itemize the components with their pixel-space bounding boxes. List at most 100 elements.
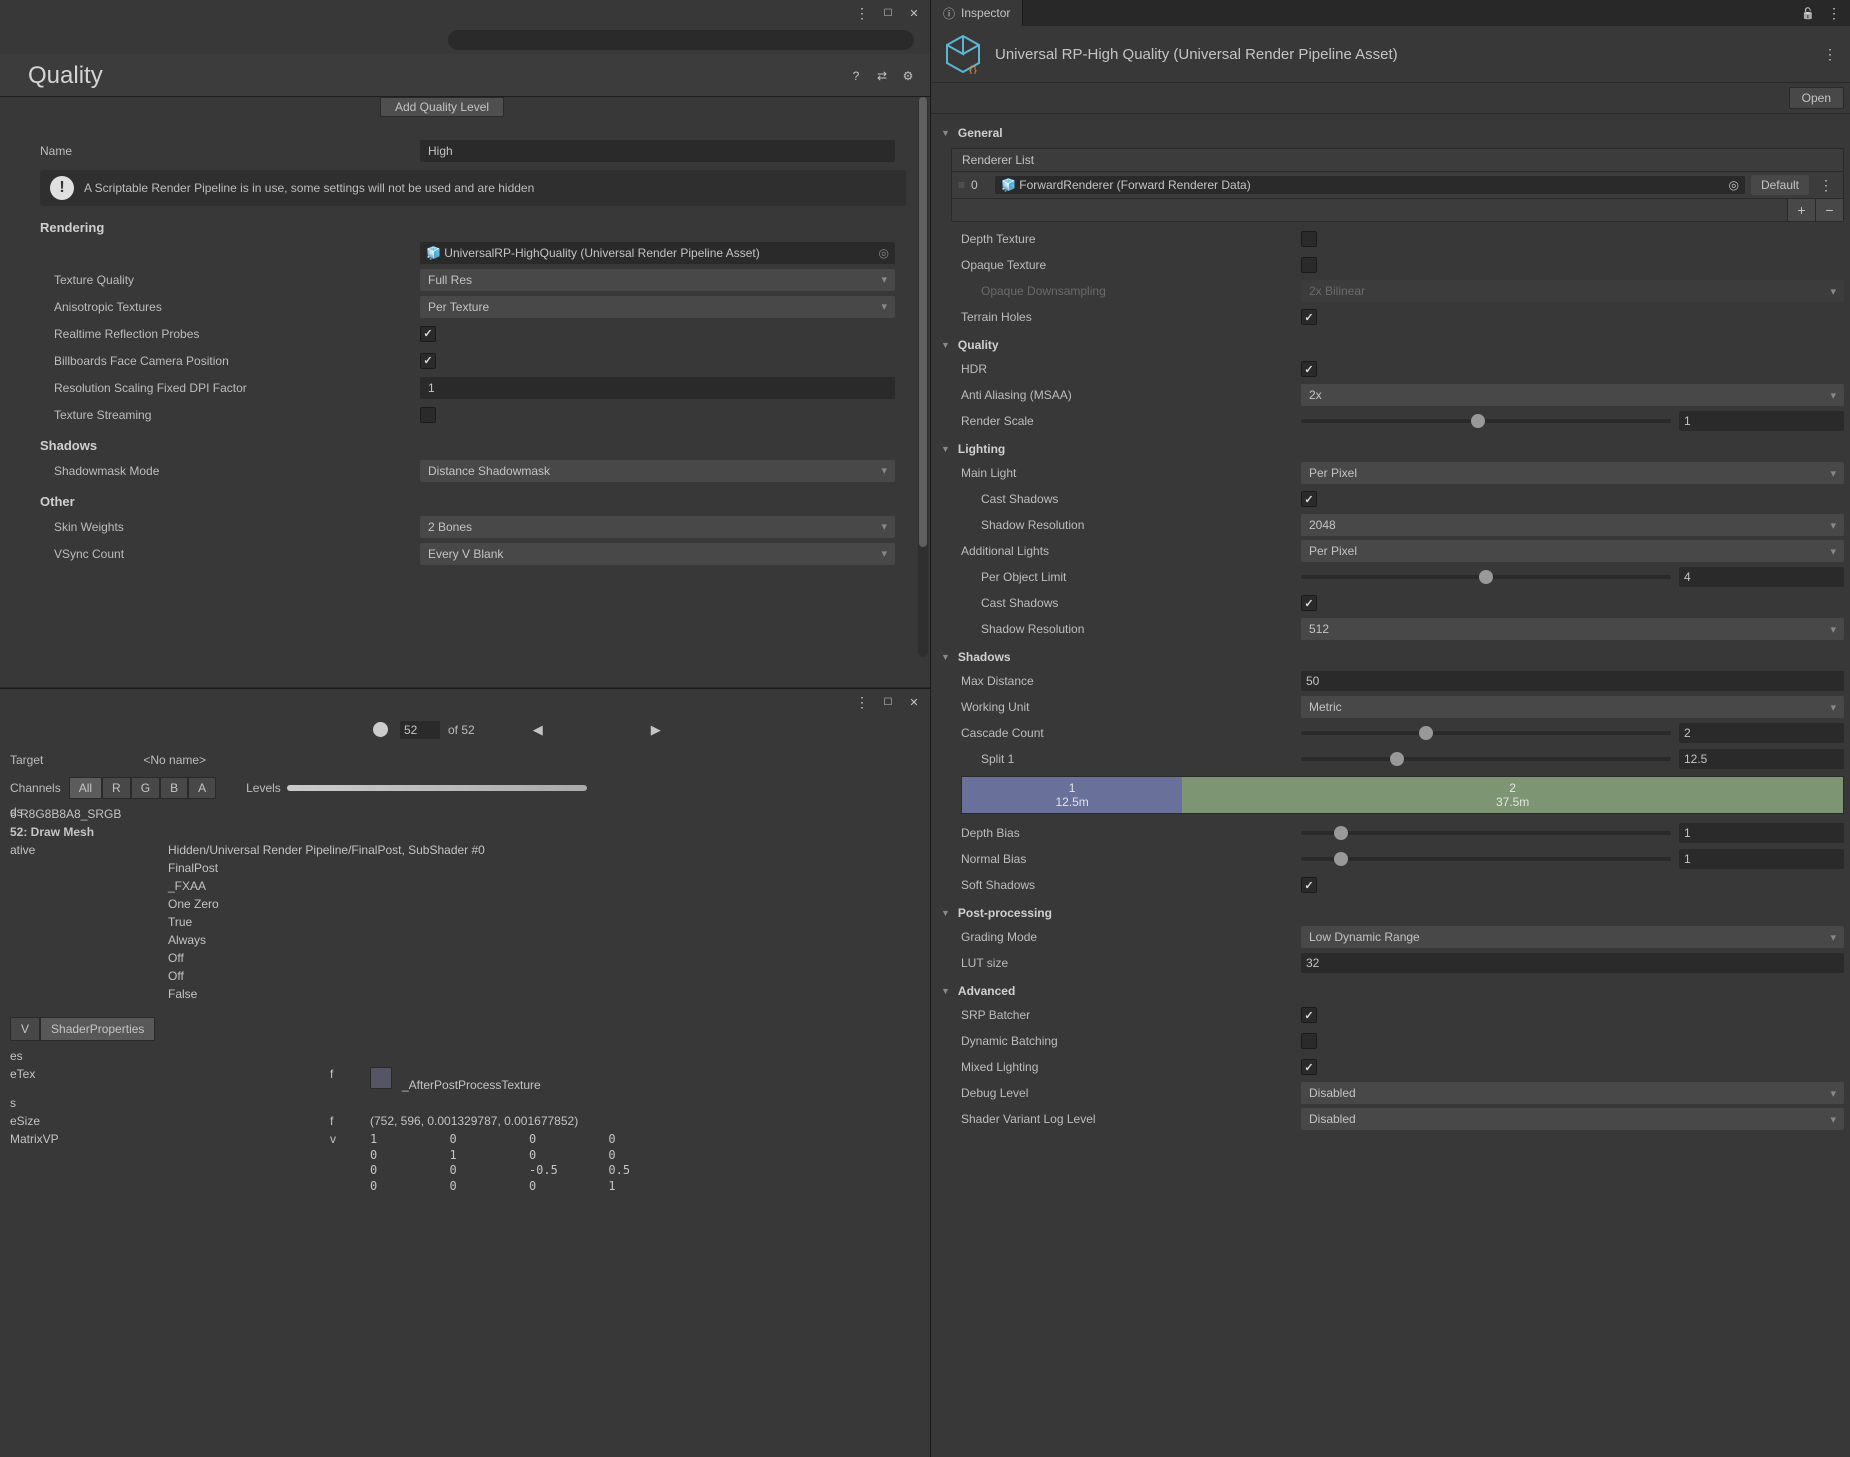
levels-slider[interactable] bbox=[287, 785, 587, 791]
main-shadow-res-dropdown[interactable]: 2048 bbox=[1301, 514, 1844, 536]
per-obj-limit-input[interactable] bbox=[1679, 567, 1844, 587]
working-unit-dropdown[interactable]: Metric bbox=[1301, 696, 1844, 718]
aa-dropdown[interactable]: 2x bbox=[1301, 384, 1844, 406]
cascade-count-input[interactable] bbox=[1679, 723, 1844, 743]
main-cast-shadows-checkbox[interactable] bbox=[1301, 491, 1317, 507]
hdr-checkbox[interactable] bbox=[1301, 361, 1317, 377]
scrollbar[interactable] bbox=[918, 97, 928, 657]
grading-dropdown[interactable]: Low Dynamic Range bbox=[1301, 926, 1844, 948]
detail-line: Off bbox=[168, 967, 920, 985]
label-aniso: Anisotropic Textures bbox=[40, 300, 420, 314]
normal-bias-slider[interactable] bbox=[1301, 857, 1671, 861]
section-advanced[interactable]: Advanced bbox=[941, 976, 1844, 1002]
list-add-button[interactable]: + bbox=[1787, 199, 1815, 221]
inspector-options-icon[interactable] bbox=[1826, 5, 1842, 21]
section-rendering: Rendering bbox=[40, 220, 906, 235]
channels-label: Channels bbox=[10, 781, 61, 795]
mixed-light-checkbox[interactable] bbox=[1301, 1059, 1317, 1075]
dyn-batch-checkbox[interactable] bbox=[1301, 1033, 1317, 1049]
label-dpi: Resolution Scaling Fixed DPI Factor bbox=[40, 381, 420, 395]
target-value: <No name> bbox=[143, 753, 206, 767]
renderer-more-icon[interactable] bbox=[1815, 177, 1837, 194]
main-light-dropdown[interactable]: Per Pixel bbox=[1301, 462, 1844, 484]
detail-line: One Zero bbox=[168, 895, 920, 913]
gear-icon[interactable]: ⚙ bbox=[900, 68, 916, 84]
section-other: Other bbox=[40, 494, 906, 509]
search-input[interactable] bbox=[448, 30, 914, 50]
shader-prop-name: eTex bbox=[10, 1067, 330, 1092]
section-quality[interactable]: Quality bbox=[941, 330, 1844, 356]
depth-texture-checkbox[interactable] bbox=[1301, 231, 1317, 247]
fd-options-icon[interactable] bbox=[854, 694, 870, 710]
tab-inspector[interactable]: Inspector bbox=[931, 0, 1023, 26]
pipeline-asset-field[interactable]: 🧊 UniversalRP-HighQuality (Universal Ren… bbox=[420, 242, 895, 264]
aniso-dropdown[interactable]: Per Texture bbox=[420, 296, 895, 318]
shader-log-dropdown[interactable]: Disabled bbox=[1301, 1108, 1844, 1130]
billboards-checkbox[interactable] bbox=[420, 353, 436, 369]
debug-level-dropdown[interactable]: Disabled bbox=[1301, 1082, 1844, 1104]
channel-all-button[interactable]: All bbox=[69, 777, 102, 799]
dpi-input[interactable] bbox=[420, 377, 895, 399]
prev-frame-button[interactable]: ◀ bbox=[523, 722, 553, 738]
list-remove-button[interactable]: − bbox=[1815, 199, 1843, 221]
shadowmask-dropdown[interactable]: Distance Shadowmask bbox=[420, 460, 895, 482]
max-distance-input[interactable] bbox=[1301, 671, 1844, 691]
lut-input[interactable] bbox=[1301, 953, 1844, 973]
drag-handle-icon[interactable] bbox=[958, 178, 965, 192]
section-general[interactable]: General bbox=[941, 118, 1844, 144]
soft-shadows-checkbox[interactable] bbox=[1301, 877, 1317, 893]
split1-slider[interactable] bbox=[1301, 757, 1671, 761]
info-box: ! A Scriptable Render Pipeline is in use… bbox=[40, 170, 906, 206]
preset-icon[interactable]: ⇄ bbox=[874, 68, 890, 84]
tab-shader-properties[interactable]: ShaderProperties bbox=[40, 1017, 155, 1041]
renderer-object-field[interactable]: 🧊 ForwardRenderer (Forward Renderer Data… bbox=[995, 176, 1745, 194]
options-icon[interactable] bbox=[854, 5, 870, 21]
channel-a-button[interactable]: A bbox=[188, 777, 216, 799]
help-icon[interactable]: ? bbox=[848, 68, 864, 84]
object-picker-icon[interactable] bbox=[879, 246, 889, 260]
srp-checkbox[interactable] bbox=[1301, 1007, 1317, 1023]
depth-bias-slider[interactable] bbox=[1301, 831, 1671, 835]
lock-icon[interactable] bbox=[1800, 5, 1816, 21]
split1-input[interactable] bbox=[1679, 749, 1844, 769]
channel-r-button[interactable]: R bbox=[102, 777, 131, 799]
fd-maximize-icon[interactable] bbox=[880, 694, 896, 710]
asset-options-icon[interactable] bbox=[1822, 46, 1838, 62]
section-shadows-insp[interactable]: Shadows bbox=[941, 642, 1844, 668]
frame-number-input[interactable] bbox=[400, 721, 440, 739]
terrain-holes-checkbox[interactable] bbox=[1301, 309, 1317, 325]
add-quality-level-button[interactable]: Add Quality Level bbox=[380, 97, 504, 117]
object-picker-icon[interactable]: ◎ bbox=[1728, 178, 1738, 192]
tex-stream-checkbox[interactable] bbox=[420, 407, 436, 423]
tab-view[interactable]: V bbox=[10, 1017, 40, 1041]
name-input[interactable] bbox=[420, 140, 895, 162]
per-obj-limit-slider[interactable] bbox=[1301, 575, 1671, 579]
vsync-dropdown[interactable]: Every V Blank bbox=[420, 543, 895, 565]
addl-cast-shadows-checkbox[interactable] bbox=[1301, 595, 1317, 611]
skin-weights-dropdown[interactable]: 2 Bones bbox=[420, 516, 895, 538]
frame-slider[interactable] bbox=[18, 720, 388, 740]
fd-close-icon[interactable] bbox=[906, 694, 922, 710]
reflection-probes-checkbox[interactable] bbox=[420, 326, 436, 342]
label-reflection-probes: Realtime Reflection Probes bbox=[40, 327, 420, 341]
close-icon[interactable] bbox=[906, 5, 922, 21]
cascade-visualization[interactable]: 1 12.5m 2 37.5m bbox=[961, 776, 1844, 814]
detail-stub: ative bbox=[10, 841, 35, 859]
channel-b-button[interactable]: B bbox=[160, 777, 188, 799]
renderer-default-button[interactable]: Default bbox=[1751, 175, 1809, 195]
normal-bias-input[interactable] bbox=[1679, 849, 1844, 869]
render-scale-slider[interactable] bbox=[1301, 419, 1671, 423]
section-post[interactable]: Post-processing bbox=[941, 898, 1844, 924]
channel-g-button[interactable]: G bbox=[131, 777, 160, 799]
addl-lights-dropdown[interactable]: Per Pixel bbox=[1301, 540, 1844, 562]
next-frame-button[interactable]: ▶ bbox=[641, 722, 671, 738]
opaque-texture-checkbox[interactable] bbox=[1301, 257, 1317, 273]
maximize-icon[interactable] bbox=[880, 5, 896, 21]
addl-shadow-res-dropdown[interactable]: 512 bbox=[1301, 618, 1844, 640]
section-lighting[interactable]: Lighting bbox=[941, 434, 1844, 460]
depth-bias-input[interactable] bbox=[1679, 823, 1844, 843]
render-scale-input[interactable] bbox=[1679, 411, 1844, 431]
cascade-count-slider[interactable] bbox=[1301, 731, 1671, 735]
texture-quality-dropdown[interactable]: Full Res bbox=[420, 269, 895, 291]
open-button[interactable]: Open bbox=[1789, 87, 1844, 109]
